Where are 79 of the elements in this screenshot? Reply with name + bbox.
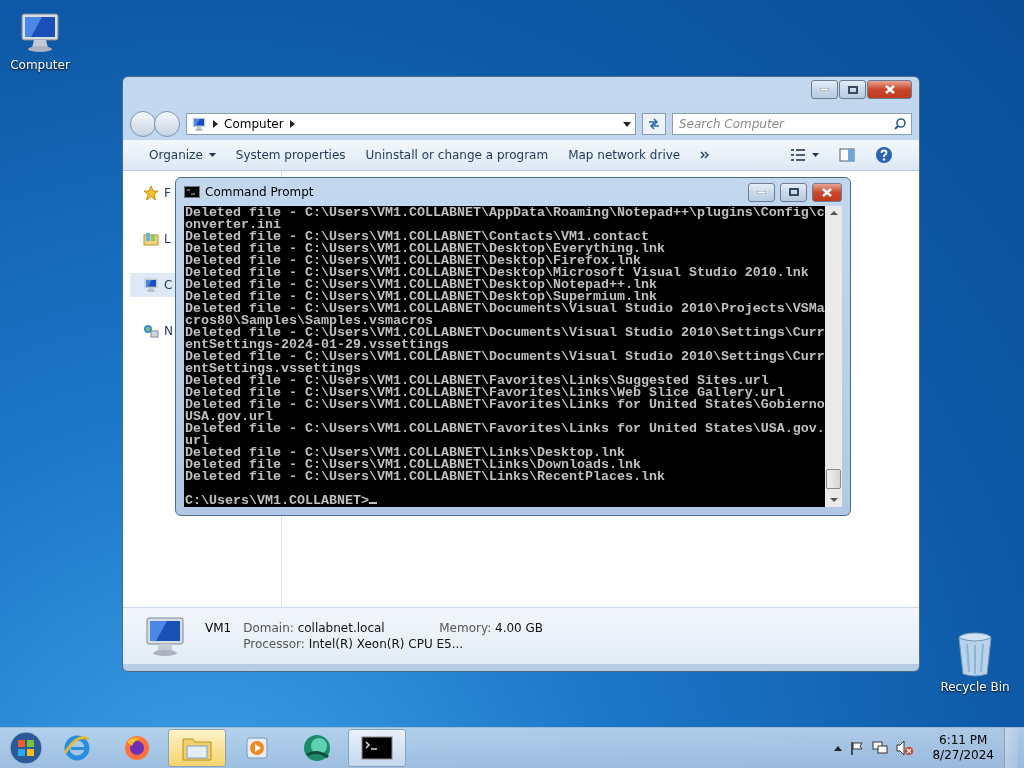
circle-app-icon [302,733,332,763]
show-hidden-icons[interactable] [834,745,843,751]
detail-field: Domain: collabnet.local [243,621,428,635]
dropdown-arrow-icon[interactable] [623,121,631,127]
taskbar-button[interactable] [348,729,406,767]
maximize-button[interactable] [839,80,866,99]
network-icon [143,323,159,339]
back-button[interactable] [130,111,156,137]
media-player-icon [244,735,270,761]
caret-icon [812,153,819,157]
windows-logo-icon [9,731,43,765]
close-button[interactable] [867,80,912,99]
breadcrumb[interactable]: Computer [224,117,284,131]
computer-icon [143,277,159,293]
detail-field: Memory: 4.00 GB [439,621,544,635]
flag-icon[interactable] [850,741,865,755]
console-icon [361,736,393,760]
maximize-icon [847,85,858,94]
nav-item[interactable]: C [130,273,175,297]
console-icon [184,186,200,198]
close-button[interactable] [812,182,842,202]
toolbar-button[interactable]: Uninstall or change a program [355,144,559,166]
firefox-icon [122,733,152,763]
minimize-icon [820,88,829,91]
computer-icon [191,116,207,132]
forward-button[interactable] [154,111,180,137]
minimize-button[interactable] [811,80,838,99]
star-icon [143,185,159,201]
console-line: Deleted file - C:\Users\VM1.COLLABNET\Desktop\Everything.lnk [185,241,665,256]
maximize-icon [788,188,799,196]
refresh-icon [647,118,661,130]
nav-item[interactable]: F [130,181,175,205]
computer-name: VM1 [205,621,232,635]
toolbar-button[interactable]: Organize [139,144,226,166]
console-line: Deleted file - C:\Users\VM1.COLLABNET\Links\RecentPlaces.lnk [185,469,665,484]
detail-field: Processor: Intel(R) Xeon(R) CPU E5... [243,637,544,651]
desktop-icon[interactable]: Recycle Bin [935,630,1015,694]
window-title: Command Prompt [205,185,315,199]
scroll-thumb[interactable] [826,469,841,489]
clock[interactable]: 6:11 PM 8/27/2024 [924,733,1002,763]
maximize-button[interactable] [780,182,807,202]
double-chevron-icon [700,151,711,159]
chevron-icon [213,120,218,128]
toolbar-button[interactable]: System properties [225,144,356,166]
prompt-text: C:\Users\VM1.COLLABNET> [185,493,369,507]
close-icon [822,187,832,197]
desktop-icon-label: Recycle Bin [940,680,1010,694]
address-bar[interactable]: Computer [186,113,636,135]
console-line: onverter.ini [185,217,281,232]
scrollbar[interactable] [825,206,842,507]
library-icon [143,231,159,247]
minimize-button[interactable] [748,182,775,202]
toolbar-button[interactable]: Map network drive [558,144,691,166]
console-line: url [185,433,209,448]
preview-pane-icon [839,148,855,162]
console-line: Deleted file - C:\Users\VM1.COLLABNET\AppData\Roaming\Notepad++\plugins\Config\c [185,206,825,220]
minimize-icon [757,190,766,194]
console-line: entSettings-2024-01-29.vssettings [185,337,449,352]
browser-e-icon [62,733,92,763]
console-line: entSettings.vssettings [185,361,361,376]
speaker-muted-icon[interactable] [896,740,915,756]
refresh-button[interactable] [642,113,666,135]
console-line: cros80\Samples\Samples.vsmacros [185,313,433,328]
network-icon[interactable] [872,741,889,755]
console-line: Deleted file - C:\Users\VM1.COLLABNET\Links\Desktop.lnk [185,445,625,460]
desktop-icon-label: Computer [10,58,70,72]
caret-icon [208,153,216,157]
text-cursor [368,502,377,504]
search-field[interactable]: Search Computer [672,113,912,135]
console-line: Deleted file - C:\Users\VM1.COLLABNET\Contacts\VM1.contact [185,229,649,244]
nav-item[interactable]: N [130,319,175,343]
list-view-icon [790,148,806,162]
desktop-icon[interactable]: Computer [0,8,80,72]
search-icon [894,118,906,130]
chevron-icon [289,120,295,128]
close-icon [884,85,895,94]
console-line: USA.gov.url [185,409,273,424]
nav-item[interactable]: L [130,227,175,251]
help-icon [875,146,893,164]
